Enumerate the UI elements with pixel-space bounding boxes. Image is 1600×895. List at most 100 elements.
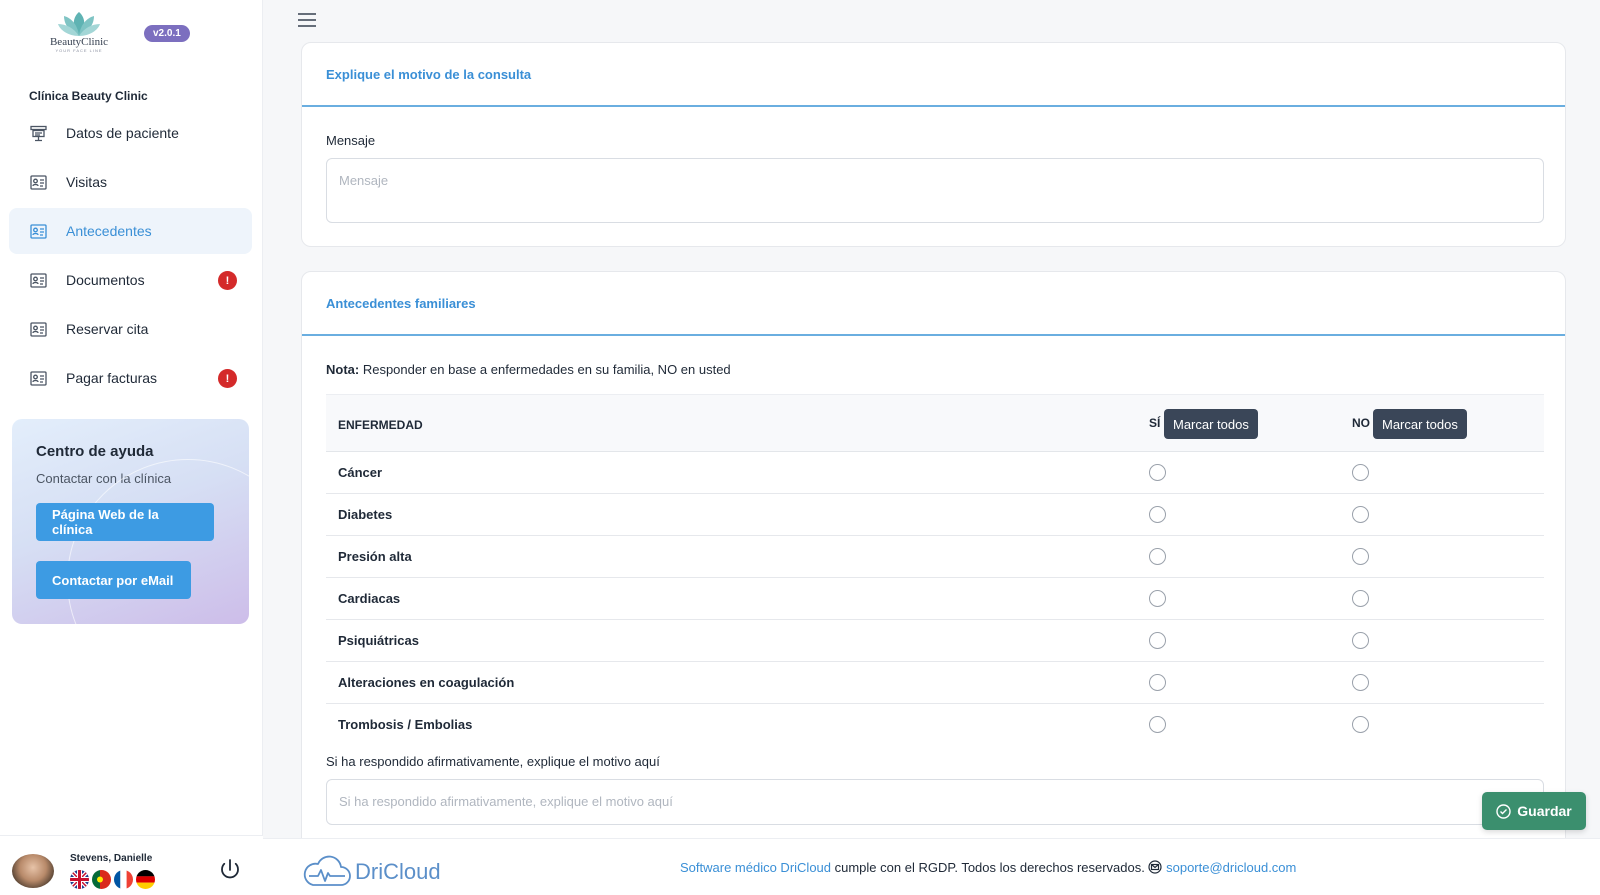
help-center-card: Centro de ayuda Contactar con la clínica… (12, 419, 249, 624)
power-icon[interactable] (218, 858, 242, 887)
help-title: Centro de ayuda (36, 443, 154, 460)
clinic-name: Clínica Beauty Clinic (29, 89, 148, 103)
no-radio[interactable] (1352, 506, 1369, 523)
no-radio[interactable] (1352, 674, 1369, 691)
cloud-heartbeat-icon (303, 855, 351, 886)
message-label: Mensaje (326, 133, 376, 148)
uk-flag-icon[interactable] (70, 870, 89, 889)
table-row: Trombosis / Embolias (326, 704, 1544, 746)
disease-table: ENFERMEDAD SÍ Marcar todos NO Marcar tod… (326, 394, 1544, 746)
no-radio[interactable] (1352, 464, 1369, 481)
yes-radio[interactable] (1149, 632, 1166, 649)
sidebar-item-label: Datos de paciente (66, 125, 179, 141)
user-bar: Stevens, Danielle (0, 835, 263, 895)
footer-rights: cumple con el RGDP. Todos los derechos r… (831, 860, 1149, 875)
help-subtitle: Contactar con la clínica (36, 471, 172, 486)
patient-data-icon (29, 124, 47, 142)
disease-name: Cardiacas (338, 591, 401, 606)
version-badge: v2.0.1 (144, 25, 190, 42)
hamburger-menu-icon[interactable] (298, 13, 316, 32)
explain-placeholder: Si ha respondido afirmativamente, expliq… (339, 794, 673, 809)
sidebar-nav: Datos de paciente Visitas Antecedentes D… (9, 110, 252, 404)
yes-radio[interactable] (1149, 674, 1166, 691)
table-row: Diabetes (326, 494, 1544, 536)
logo-tagline: YOUR FACE LINE (55, 48, 103, 53)
family-history-note: Nota: Responder en base a enfermedades e… (326, 362, 731, 377)
sidebar-item-reservar-cita[interactable]: Reservar cita (9, 306, 252, 352)
note-text: Responder en base a enfermedades en su f… (359, 362, 731, 377)
save-button[interactable]: Guardar (1482, 792, 1586, 830)
message-placeholder: Mensaje (339, 173, 389, 188)
sidebar-item-label: Antecedentes (66, 223, 152, 239)
explain-label: Si ha respondido afirmativamente, expliq… (326, 754, 660, 769)
logo-text: BeautyClinic (49, 36, 109, 48)
clinic-logo[interactable]: BeautyClinic YOUR FACE LINE (44, 10, 114, 58)
footer-legal: Software médico DriCloud cumple con el R… (680, 860, 1296, 875)
lotus-logo-icon (58, 12, 100, 36)
footer-brand: DriCloud (355, 859, 441, 884)
id-card-icon (29, 369, 47, 387)
user-name: Stevens, Danielle (70, 853, 153, 864)
portugal-flag-icon[interactable] (92, 870, 111, 889)
id-card-icon (29, 320, 47, 338)
footer: DriCloud Software médico DriCloud cumple… (263, 838, 1600, 895)
table-row: Cardiacas (326, 578, 1544, 620)
disease-name: Presión alta (338, 549, 412, 564)
table-row: Cáncer (326, 452, 1544, 494)
yes-radio[interactable] (1149, 548, 1166, 565)
disease-name: Trombosis / Embolias (338, 717, 473, 732)
support-email-link[interactable]: soporte@dricloud.com (1166, 860, 1296, 875)
disease-name: Diabetes (338, 507, 393, 522)
table-row: Alteraciones en coagulación (326, 662, 1544, 704)
sidebar-item-documentos[interactable]: Documentos ! (9, 257, 252, 303)
no-radio[interactable] (1352, 716, 1369, 733)
id-card-icon (29, 222, 47, 240)
disease-name: Cáncer (338, 465, 383, 480)
language-selector (70, 870, 155, 889)
alert-badge: ! (218, 369, 237, 388)
card-header: Antecedentes familiares (302, 272, 1565, 336)
explain-textarea[interactable]: Si ha respondido afirmativamente, expliq… (326, 779, 1544, 825)
yes-radio[interactable] (1149, 464, 1166, 481)
yes-radio[interactable] (1149, 506, 1166, 523)
germany-flag-icon[interactable] (136, 870, 155, 889)
sidebar-item-pagar-facturas[interactable]: Pagar facturas ! (9, 355, 252, 401)
france-flag-icon[interactable] (114, 870, 133, 889)
table-row: Presión alta (326, 536, 1544, 578)
sidebar-item-antecedentes[interactable]: Antecedentes (9, 208, 252, 254)
sidebar-item-label: Visitas (66, 174, 107, 190)
yes-radio[interactable] (1149, 590, 1166, 607)
sidebar-item-label: Reservar cita (66, 321, 149, 337)
column-header-no: NO (1352, 416, 1370, 430)
no-radio[interactable] (1352, 590, 1369, 607)
dricloud-link[interactable]: Software médico DriCloud (680, 860, 831, 875)
avatar[interactable] (12, 854, 54, 888)
sidebar-item-visitas[interactable]: Visitas (9, 159, 252, 205)
id-card-icon (29, 173, 47, 191)
mark-all-yes-button[interactable]: Marcar todos (1164, 409, 1258, 439)
alert-badge: ! (218, 271, 237, 290)
email-icon (1148, 860, 1163, 874)
sidebar-item-label: Pagar facturas (66, 370, 158, 386)
sidebar: BeautyClinic YOUR FACE LINE v2.0.1 Clíni… (0, 0, 263, 895)
family-history-card: Antecedentes familiares Nota: Responder … (301, 271, 1566, 851)
no-radio[interactable] (1352, 632, 1369, 649)
column-header-disease: ENFERMEDAD (338, 418, 423, 432)
consultation-reason-card: Explique el motivo de la consulta Mensaj… (301, 42, 1566, 247)
disease-name: Alteraciones en coagulación (338, 675, 515, 690)
sidebar-item-datos-paciente[interactable]: Datos de paciente (9, 110, 252, 156)
table-header: ENFERMEDAD SÍ Marcar todos NO Marcar tod… (326, 394, 1544, 452)
card-title: Explique el motivo de la consulta (326, 66, 532, 82)
disease-name: Psiquiátricas (338, 633, 419, 648)
yes-radio[interactable] (1149, 716, 1166, 733)
save-label: Guardar (1517, 803, 1572, 819)
check-circle-icon (1496, 803, 1511, 819)
mark-all-no-button[interactable]: Marcar todos (1373, 409, 1467, 439)
card-header: Explique el motivo de la consulta (302, 43, 1565, 107)
message-textarea[interactable]: Mensaje (326, 158, 1544, 223)
clinic-website-button[interactable]: Página Web de la clínica (36, 503, 214, 541)
contact-email-button[interactable]: Contactar por eMail (36, 561, 191, 599)
id-card-icon (29, 271, 47, 289)
dricloud-logo[interactable]: DriCloud (303, 855, 441, 889)
no-radio[interactable] (1352, 548, 1369, 565)
